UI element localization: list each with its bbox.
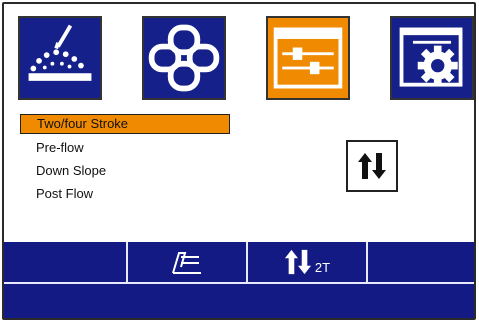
menu-item-down-slope[interactable]: Down Slope: [20, 160, 230, 182]
tab-welding[interactable]: [18, 16, 102, 100]
stroke-toggle-button[interactable]: [346, 140, 398, 192]
stroke-mode-label: 2T: [314, 259, 331, 275]
status-bar: 2T: [4, 242, 474, 318]
menu-item-post-flow[interactable]: Post Flow: [20, 183, 230, 205]
tab-connection[interactable]: [142, 16, 226, 100]
status-cell-process: [128, 242, 248, 282]
sliders-settings-icon: [268, 18, 348, 98]
status-cell-stroke-mode: 2T: [248, 242, 368, 282]
tab-parameters[interactable]: [266, 16, 350, 100]
welding-arc-icon: [20, 18, 100, 98]
menu-item-two-four-stroke[interactable]: Two/four Stroke: [20, 114, 230, 134]
status-cell-empty: [4, 242, 128, 282]
parameter-menu: Two/four Stroke Pre-flow Down Slope Post…: [20, 114, 230, 206]
up-down-arrows-icon: [358, 153, 386, 179]
top-tab-bar: [4, 4, 474, 104]
window-gear-icon: [392, 18, 472, 98]
chain-link-icon: [144, 18, 224, 98]
up-down-arrows-icon: [284, 249, 311, 275]
torch-lines-icon: [172, 252, 201, 274]
tab-system-settings[interactable]: [390, 16, 474, 100]
device-screen: Two/four Stroke Pre-flow Down Slope Post…: [2, 2, 476, 320]
status-row: 2T: [4, 242, 474, 284]
menu-item-pre-flow[interactable]: Pre-flow: [20, 137, 230, 159]
status-cell-empty-right: [368, 242, 474, 282]
